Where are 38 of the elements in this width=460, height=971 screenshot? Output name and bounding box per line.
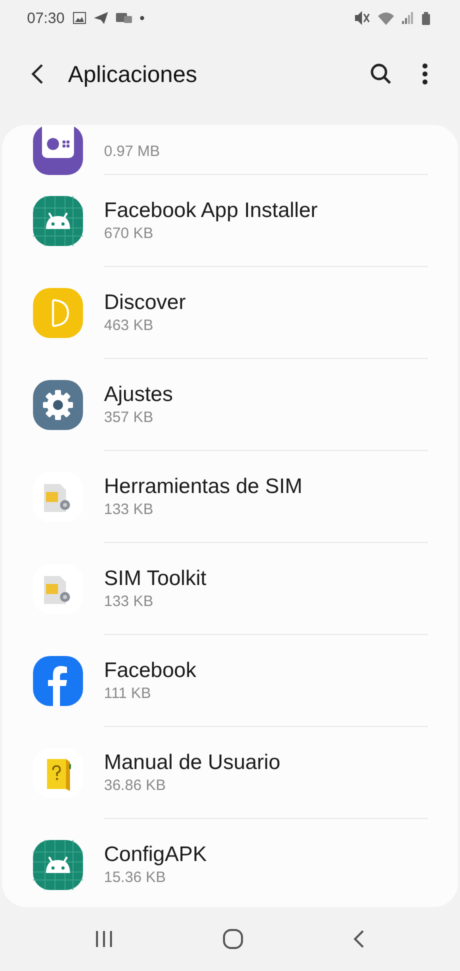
clock: 07:30 (27, 10, 65, 26)
app-size: 133 KB (104, 592, 154, 612)
image-icon (72, 12, 86, 24)
back-icon (30, 63, 44, 85)
battery-icon (422, 12, 430, 24)
app-name: Facebook (104, 658, 198, 684)
app-size: 15.36 KB (104, 868, 167, 888)
discover-icon (33, 288, 83, 338)
app-size: 357 KB (104, 408, 154, 428)
signal-icon (402, 12, 414, 24)
app-name: Discover (104, 290, 187, 316)
app-name: Facebook App Installer (104, 198, 319, 224)
android-icon (33, 840, 83, 890)
notification-dot: • (140, 10, 145, 26)
facebook-icon (33, 656, 83, 706)
app-name: ConfigAPK (104, 842, 208, 868)
home-icon (222, 928, 244, 950)
wifi-icon (378, 12, 394, 24)
more-icon (422, 63, 428, 85)
app-name: Manual de Usuario (104, 750, 282, 776)
app-name: Ajustes (104, 382, 174, 408)
chat-icon (116, 12, 132, 24)
app-size: 0.97 MB (104, 142, 161, 162)
search-icon (370, 63, 392, 85)
app-size: 463 KB (104, 316, 154, 336)
settings-icon (33, 380, 83, 430)
app-size: 111 KB (104, 684, 152, 704)
app-name: Herramientas de SIM (104, 474, 304, 500)
back-icon (352, 929, 366, 949)
app-size: 670 KB (104, 224, 154, 244)
send-icon (94, 12, 108, 24)
app-name: SIM Toolkit (104, 566, 208, 592)
app-size: 133 KB (104, 500, 154, 520)
recent-apps-icon (94, 930, 114, 948)
mute-icon (354, 11, 370, 25)
android-icon (33, 196, 83, 246)
app-size: 36.86 KB (104, 776, 167, 796)
page-title: Aplicaciones (68, 60, 198, 88)
